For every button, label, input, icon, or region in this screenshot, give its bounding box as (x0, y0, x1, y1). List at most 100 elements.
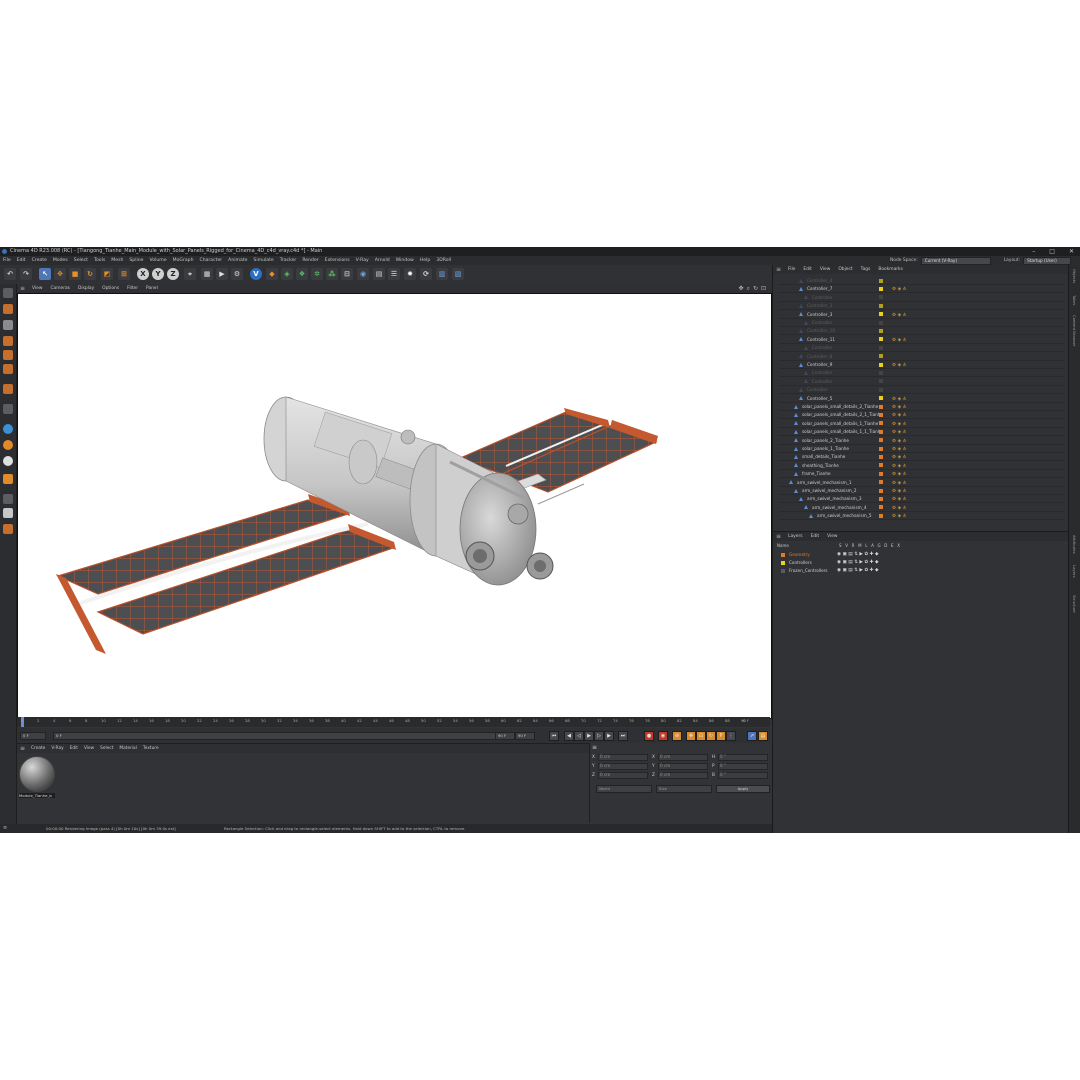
render-queue-icon[interactable]: ▥ (436, 268, 448, 280)
3d-viewport[interactable] (17, 293, 772, 719)
live-select-icon[interactable]: ↖ (39, 268, 51, 280)
tweak-mode-icon[interactable] (3, 404, 13, 414)
subdivision-icon[interactable]: ◈ (281, 268, 293, 280)
render-settings-icon[interactable]: ⚙ (231, 268, 243, 280)
team-render-icon[interactable]: ▧ (452, 268, 464, 280)
layer-menu-view[interactable]: View (823, 534, 841, 539)
side-tab-layers[interactable]: Layers (1072, 565, 1077, 578)
viewport-menu-display[interactable]: Display (74, 286, 98, 291)
viewport-menu-cameras[interactable]: Cameras (46, 286, 74, 291)
coordinate-mode-dropdown[interactable]: World (596, 785, 652, 793)
keyframe-selection-icon[interactable]: ⊕ (672, 731, 682, 741)
minimize-icon[interactable]: – (1032, 247, 1035, 256)
object-row[interactable]: solar_panels_small_details_1_1_Tianhe ⚙ ◈… (779, 428, 1065, 437)
model-mode-icon[interactable] (3, 304, 13, 314)
menu-item-create[interactable]: Create (29, 258, 50, 263)
layer-row[interactable]: Frozen_Controllers ◉ ▣ ▤ ⇅ ▶ ✿ ✚ ◆ (777, 567, 1067, 574)
object-row[interactable]: Controller_9 ⚙ ◈ ⋔ (779, 361, 1065, 369)
object-row[interactable]: Controller (779, 386, 1065, 395)
material-menu-create[interactable]: Create (28, 746, 48, 751)
viewport-menu-panel[interactable]: Panel (142, 286, 162, 291)
paint-icon[interactable] (3, 508, 13, 518)
next-frame-icon[interactable]: ▷ (594, 731, 604, 741)
y-axis-lock-button[interactable]: Y (152, 268, 164, 280)
end-frame-field[interactable]: 90 F (495, 732, 515, 740)
undo-icon[interactable]: ↶ (4, 268, 16, 280)
workplane-icon[interactable] (3, 456, 13, 466)
menu-item-help[interactable]: Help (417, 258, 433, 263)
material-menu-select[interactable]: Select (97, 746, 116, 751)
world-coordinate-icon[interactable]: ⌖ (184, 268, 196, 280)
object-menu-bookmarks[interactable]: Bookmarks (874, 267, 907, 272)
move-view-icon[interactable]: ✥ (739, 285, 744, 292)
viewport-menu-options[interactable]: Options (98, 286, 123, 291)
render-to-picture-viewer-icon[interactable]: ▶ (216, 268, 228, 280)
layout-dropdown[interactable]: Startup (User) (1023, 256, 1072, 265)
solo-icon[interactable] (3, 494, 13, 504)
close-icon[interactable]: ✕ (1069, 247, 1074, 256)
cube-icon[interactable]: ◆ (266, 268, 278, 280)
menu-item-modes[interactable]: Modes (50, 258, 71, 263)
spline-pen-icon[interactable]: ⁂ (326, 268, 338, 280)
side-tab-attributes[interactable]: Attributes (1072, 535, 1077, 554)
redo-icon[interactable]: ↷ (20, 268, 32, 280)
parameter-key-icon[interactable]: P (716, 731, 726, 741)
deformer-icon[interactable]: ✲ (311, 268, 323, 280)
menu-item-3droll[interactable]: 3DRoll (433, 258, 454, 263)
material-swatch[interactable]: Module_Tianhe_b (19, 756, 55, 800)
vray-icon[interactable]: V (250, 268, 262, 280)
object-row[interactable]: sheathing_Tianhe ⚙ ◈ ⋔ (779, 462, 1065, 470)
sculpt-icon[interactable] (3, 524, 13, 534)
apply-button[interactable]: Apply (716, 785, 770, 793)
object-menu-view[interactable]: View (816, 267, 834, 272)
timeline-ruler[interactable]: 0 F 0 2 4 6 8 10 12 14 16 18 20 22 24 26 28 30 32 34 36 38 4… (17, 717, 770, 727)
object-row[interactable]: arm_swivel_mechanism_4 ⚙ ◈ ⋔ (779, 504, 1065, 512)
object-row[interactable]: Controller_3 ⚙ ◈ ⋔ (779, 311, 1065, 319)
edges-mode-icon[interactable] (3, 350, 13, 360)
material-menu-texture[interactable]: Texture (140, 746, 162, 751)
layer-row[interactable]: Geometry ◉ ▣ ▤ ⇅ ▶ ✿ ✚ ◆ (777, 551, 1067, 558)
object-row[interactable]: Controller (779, 319, 1065, 327)
render-view-icon[interactable]: ▦ (201, 268, 213, 280)
axis-mode-icon[interactable] (3, 384, 13, 394)
zoom-view-icon[interactable]: ⌕ (747, 285, 750, 293)
cloner-icon[interactable]: ❖ (296, 268, 308, 280)
rotate-view-icon[interactable]: ↻ (753, 285, 758, 292)
viewport-menu-view[interactable]: View (28, 286, 46, 291)
object-row[interactable]: solar_panels_small_details_1_Tianhe ⚙ ◈ ⋔ (779, 420, 1065, 428)
material-menu-v-ray[interactable]: V-Ray (48, 746, 66, 751)
material-menu-material[interactable]: Material (116, 746, 139, 751)
go-to-end-icon[interactable]: ⏭ (618, 731, 628, 741)
menu-item-tools[interactable]: Tools (91, 258, 108, 263)
object-row[interactable]: solar_panels_small_details_2_Tianhe ⚙ ◈ ⋔ (779, 403, 1065, 411)
floor-icon[interactable]: ⊟ (341, 268, 353, 280)
menu-item-arnold[interactable]: Arnold (372, 258, 393, 263)
position-key-icon[interactable]: ✥ (686, 731, 696, 741)
point-level-icon[interactable]: ⋮ (726, 731, 736, 741)
menu-item-spline[interactable]: Spline (126, 258, 146, 263)
menu-item-window[interactable]: Window (393, 258, 417, 263)
object-row[interactable]: solar_panels_1_Tianhe ⚙ ◈ ⋔ (779, 445, 1065, 453)
object-row[interactable]: solar_panels_small_details_2_1_Tianhe ⚙ ◈… (779, 411, 1065, 420)
object-row[interactable]: Controller (779, 378, 1065, 386)
make-editable-icon[interactable] (3, 288, 13, 298)
timeline-window-icon[interactable]: ▤ (758, 731, 768, 741)
start-frame-field[interactable]: 0 F (20, 732, 46, 740)
side-tab-takes[interactable]: Takes (1072, 295, 1077, 305)
maximize-view-icon[interactable]: ⊡ (761, 285, 766, 292)
object-row[interactable]: Controller (779, 344, 1065, 353)
object-row[interactable]: arm_swivel_mechanism_1 ⚙ ◈ ⋔ (779, 479, 1065, 487)
object-row[interactable]: arm_swivel_mechanism_3 ⚙ ◈ ⋔ (779, 495, 1065, 504)
texture-mode-icon[interactable] (3, 320, 13, 330)
scale-icon[interactable]: ■ (69, 268, 81, 280)
object-menu-object[interactable]: Object (834, 267, 856, 272)
object-row[interactable]: Controller_11 ⚙ ◈ ⋔ (779, 336, 1065, 344)
menu-item-simulate[interactable]: Simulate (250, 258, 276, 263)
snap-icon[interactable] (3, 424, 13, 434)
menu-item-mesh[interactable]: Mesh (108, 258, 126, 263)
object-row[interactable]: Controller_7 ⚙ ◈ ⋔ (779, 285, 1065, 294)
object-row[interactable]: Controller_8 (779, 353, 1065, 361)
polygons-mode-icon[interactable] (3, 364, 13, 374)
object-row[interactable]: Controller_4 (779, 277, 1065, 285)
side-tab-objects[interactable]: Objects (1072, 269, 1077, 283)
